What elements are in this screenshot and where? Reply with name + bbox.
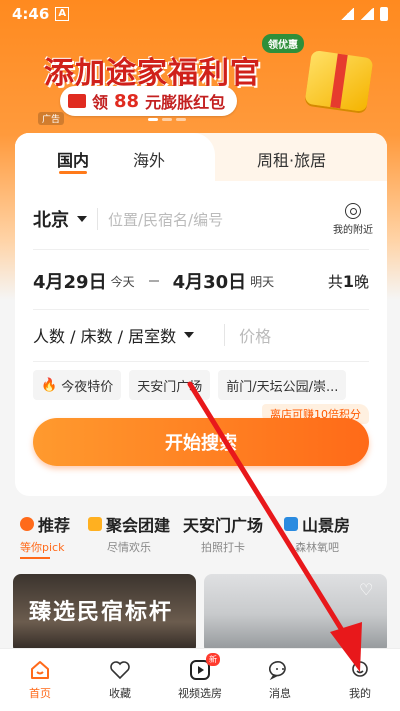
chip-qianmen[interactable]: 前门/天坛公园/崇...: [218, 370, 347, 400]
pagination-dot: [148, 118, 158, 121]
active-tab-indicator: [59, 171, 87, 174]
pagination-dot: [176, 118, 186, 121]
tab-abroad[interactable]: 海外: [133, 147, 165, 171]
checkout-date: 4月30日: [172, 272, 247, 293]
search-card: 国内 海外 周租·旅居 北京 位置/民宿名/编号 我的附近 4月29日 今天 4…: [15, 133, 387, 496]
favorite-heart-icon[interactable]: ♡: [359, 582, 377, 598]
wifi-icon: [340, 8, 354, 20]
nearby-button[interactable]: 我的附近: [333, 202, 373, 236]
recommend-icon: [20, 517, 34, 531]
nearby-label: 我的附近: [333, 224, 373, 236]
chip-tonight-deal[interactable]: 🔥 今夜特价: [33, 370, 122, 400]
nav-profile[interactable]: 我的: [320, 649, 400, 711]
status-time: 4:46: [12, 5, 50, 23]
search-button[interactable]: 开始搜索: [33, 418, 369, 466]
profile-icon: [352, 661, 368, 677]
message-icon: [269, 660, 286, 681]
gift-box-icon: [304, 49, 374, 113]
dropdown-caret-icon[interactable]: [77, 216, 87, 222]
signal-icon: [360, 8, 374, 20]
pagination-dot: [162, 118, 172, 121]
party-icon: [87, 517, 102, 531]
location-target-icon: [345, 202, 361, 219]
category-recommend[interactable]: 推荐 等你pick: [20, 512, 82, 560]
status-bar: 4:46 A: [0, 0, 400, 28]
date-row[interactable]: 4月29日 今天 4月30日 明天 共1晚: [33, 263, 369, 299]
banner-pagination: [148, 118, 186, 121]
category-party[interactable]: 聚会团建 尽情欢乐: [82, 512, 176, 560]
banner-sub-prefix: 领: [92, 93, 109, 112]
ad-label: 广告: [38, 112, 65, 125]
nights-count: 共1晚: [327, 271, 369, 291]
red-packet-icon: [68, 94, 86, 108]
listing-card[interactable]: 臻选民宿标杆: [13, 574, 196, 654]
guests-selector[interactable]: 人数 / 床数 / 居室数: [33, 323, 176, 347]
chip-tiananmen[interactable]: 天安门广场: [129, 370, 211, 400]
banner-red-packet: 领 88 元膨胀红包: [60, 86, 238, 116]
dropdown-caret-icon[interactable]: [184, 332, 195, 338]
checkin-date: 4月29日: [33, 272, 107, 293]
price-filter[interactable]: 价格: [239, 323, 271, 347]
banner-sub-amount: 88: [114, 90, 140, 112]
nav-home[interactable]: 首页: [0, 649, 80, 711]
battery-icon: [380, 7, 388, 21]
category-tiananmen[interactable]: 天安门广场 拍照打卡: [176, 512, 270, 560]
mountain-icon: [283, 517, 298, 531]
category-mountain[interactable]: 山景房 森林氧吧: [270, 512, 364, 560]
search-input[interactable]: 位置/民宿名/编号: [108, 209, 333, 230]
new-badge: 新: [206, 653, 220, 666]
listing-title: 臻选民宿标杆: [29, 599, 174, 625]
home-icon: [31, 661, 49, 679]
bottom-nav: 首页 收藏 新 视频选房 消息 我的: [0, 648, 400, 711]
checkin-day: 今天: [110, 274, 135, 289]
banner-coupon-badge: 领优惠: [262, 34, 304, 53]
location-row: 北京 位置/民宿名/编号 我的附近: [33, 201, 373, 237]
promo-banner[interactable]: 添加途家福利官 领优惠 领 88 元膨胀红包 广告: [20, 34, 380, 125]
listing-card[interactable]: ♡: [204, 574, 387, 654]
nav-messages[interactable]: 消息: [240, 649, 320, 711]
nav-video[interactable]: 新 视频选房: [160, 649, 240, 711]
app-notification-icon: A: [55, 7, 70, 21]
tab-domestic[interactable]: 国内: [57, 147, 89, 171]
quick-filter-chips: 🔥 今夜特价 天安门广场 前门/天坛公园/崇...: [33, 370, 387, 402]
guests-row: 人数 / 床数 / 居室数 价格: [33, 317, 369, 353]
tab-weekly-rent[interactable]: 周租·旅居: [257, 147, 326, 171]
city-selector[interactable]: 北京: [33, 206, 69, 232]
search-tabs: 国内 海外 周租·旅居: [15, 133, 387, 181]
heart-icon: [110, 661, 130, 680]
checkout-day: 明天: [250, 274, 275, 289]
fire-icon: 🔥: [41, 377, 58, 393]
nav-favorites[interactable]: 收藏: [80, 649, 160, 711]
banner-sub-suffix: 元膨胀红包: [145, 93, 226, 112]
category-tabs: 推荐 等你pick 聚会团建 尽情欢乐 天安门广场 拍照打卡 山景房 森林氧吧: [0, 512, 400, 560]
